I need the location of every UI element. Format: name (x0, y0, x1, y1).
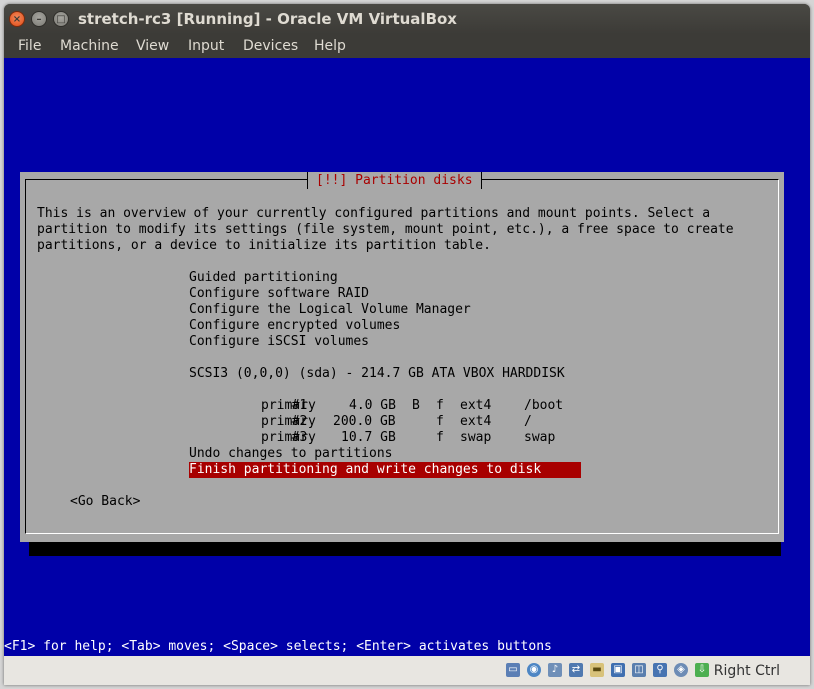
option-software-raid[interactable]: Configure software RAID (189, 286, 369, 302)
usb-icon[interactable]: ⚲ (653, 663, 667, 677)
option-encrypted-volumes[interactable]: Configure encrypted volumes (189, 318, 400, 334)
dialog-title: [!!] Partition disks (307, 172, 482, 189)
partition-row[interactable]: #2 primary 200.0 GB f ext4/ (229, 398, 532, 429)
partition-format-flag: f (436, 398, 444, 413)
partition-type: primary (261, 430, 316, 445)
menu-bar: File Machine View Input Devices Help (4, 34, 810, 58)
shared-folders-icon[interactable]: ▬ (590, 663, 604, 677)
display-icon[interactable]: ▣ (611, 663, 625, 677)
partition-format-flag: f (436, 414, 444, 429)
go-back-button[interactable]: <Go Back> (70, 494, 140, 510)
network-icon[interactable]: ⇄ (569, 663, 583, 677)
partition-mount: swap (524, 430, 556, 445)
disk-entry[interactable]: SCSI3 (0,0,0) (sda) - 214.7 GB ATA VBOX … (189, 366, 565, 382)
vm-screen[interactable]: [!!] Partition disks This is an overview… (4, 58, 810, 656)
partition-filesystem: swap (460, 430, 492, 445)
maximize-button[interactable]: □ (53, 11, 69, 27)
menu-file[interactable]: File (18, 34, 41, 58)
window-title: stretch-rc3 [Running] - Oracle VM Virtua… (78, 10, 457, 28)
menu-view[interactable]: View (136, 34, 169, 58)
host-key-label: Right Ctrl (713, 663, 780, 679)
option-lvm[interactable]: Configure the Logical Volume Manager (189, 302, 471, 318)
intro-line: This is an overview of your currently co… (37, 206, 711, 221)
close-button[interactable]: × (9, 11, 25, 27)
audio-icon[interactable]: ♪ (548, 663, 562, 677)
partition-mount: /boot (524, 398, 564, 413)
partition-dialog: [!!] Partition disks This is an overview… (20, 172, 784, 542)
mouse-integration-icon[interactable]: ⇩ (695, 663, 709, 677)
menu-help[interactable]: Help (314, 34, 346, 58)
finish-partitioning-option[interactable]: Finish partitioning and write changes to… (189, 462, 581, 478)
partition-format-flag: f (436, 430, 444, 445)
undo-changes-option[interactable]: Undo changes to partitions (189, 446, 393, 462)
partition-filesystem: ext4 (460, 414, 492, 429)
option-iscsi-volumes[interactable]: Configure iSCSI volumes (189, 334, 369, 350)
virtualbox-window: × – □ stretch-rc3 [Running] - Oracle VM … (4, 4, 810, 685)
video-capture-icon[interactable]: ◫ (632, 663, 646, 677)
partition-size: 200.0 GB (333, 414, 396, 429)
title-bar[interactable]: × – □ stretch-rc3 [Running] - Oracle VM … (4, 4, 810, 34)
menu-devices[interactable]: Devices (243, 34, 298, 58)
minimize-button[interactable]: – (31, 11, 47, 27)
partition-size: 4.0 GB (349, 398, 396, 413)
partition-size: 10.7 GB (341, 430, 396, 445)
optical-drive-icon[interactable]: ◉ (527, 663, 541, 677)
intro-line: partition to modify its settings (file s… (37, 222, 734, 237)
help-line: <F1> for help; <Tab> moves; <Space> sele… (4, 639, 552, 654)
partition-filesystem: ext4 (460, 398, 492, 413)
partition-row[interactable]: #3 primary 10.7 GB f swap swap (229, 414, 555, 445)
vm-status-bar: ▭ ◉ ♪ ⇄ ▬ ▣ ◫ ⚲ ◈ ⇩ Right Ctrl (4, 656, 810, 685)
partition-row[interactable]: #1 primary 4.0 GB Bf ext4/boot (229, 382, 563, 413)
intro-line: partitions, or a device to initialize it… (37, 238, 491, 253)
menu-machine[interactable]: Machine (60, 34, 119, 58)
hard-disk-icon[interactable]: ▭ (506, 663, 520, 677)
option-guided-partitioning[interactable]: Guided partitioning (189, 270, 338, 286)
partition-bootable: B (412, 398, 420, 413)
cpu-virtualization-icon[interactable]: ◈ (674, 663, 688, 677)
partition-mount: / (524, 414, 532, 429)
menu-input[interactable]: Input (188, 34, 224, 58)
